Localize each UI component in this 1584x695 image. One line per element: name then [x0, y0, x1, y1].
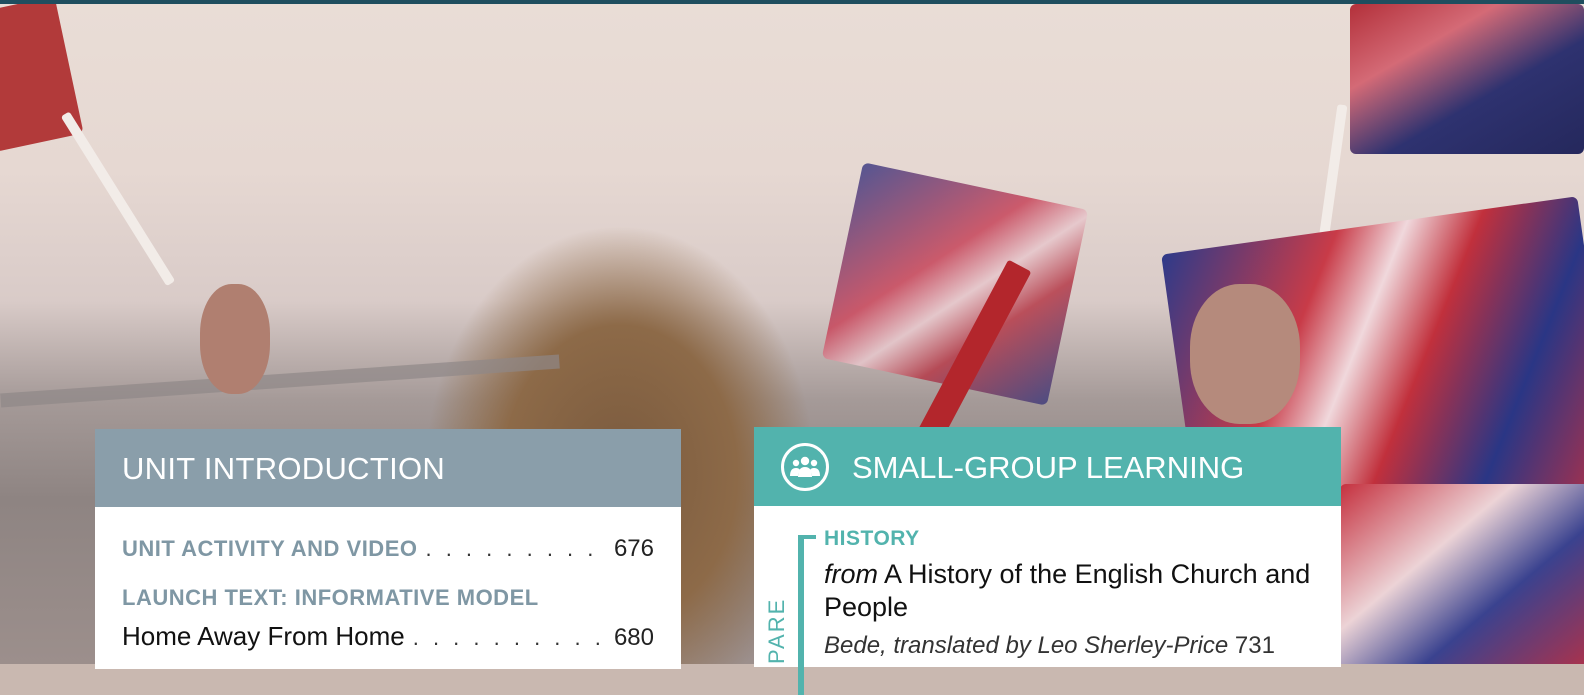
photo-flag-pole: [60, 111, 176, 287]
selection-title: from A History of the English Church and…: [824, 558, 1329, 624]
toc-category-row: LAUNCH TEXT: INFORMATIVE MODEL: [122, 585, 654, 611]
toc-title: Home Away From Home: [122, 621, 405, 651]
photo-flag: [1340, 484, 1584, 664]
toc-category: LAUNCH TEXT: INFORMATIVE MODEL: [122, 585, 539, 610]
toc-row-launch-text[interactable]: Home Away From Home 680: [122, 621, 654, 652]
unit-introduction-panel: UNIT INTRODUCTION UNIT ACTIVITY AND VIDE…: [95, 429, 681, 669]
toc-leader-dots: [413, 625, 606, 651]
small-group-learning-header: SMALL-GROUP LEARNING: [754, 427, 1341, 506]
unit-introduction-header: UNIT INTRODUCTION: [95, 429, 681, 507]
selection-entry[interactable]: HISTORY from A History of the English Ch…: [824, 527, 1329, 660]
photo-flag: [1350, 4, 1584, 154]
toc-leader-dots: [425, 536, 605, 562]
photo-hand: [1190, 284, 1300, 424]
compare-label-text: PARE: [764, 597, 789, 664]
selection-category: HISTORY: [824, 527, 920, 550]
selection-title-prefix: from: [824, 559, 878, 589]
group-icon: [781, 443, 829, 491]
photo-hand: [200, 284, 270, 394]
photo-bridge: [0, 354, 560, 408]
compare-bracket: [798, 535, 816, 695]
toc-category: UNIT ACTIVITY AND VIDEO: [122, 536, 418, 561]
toc-row-unit-activity[interactable]: UNIT ACTIVITY AND VIDEO 676: [122, 535, 654, 563]
toc-page-number: 680: [613, 624, 654, 651]
unit-toc: UNIT ACTIVITY AND VIDEO 676 LAUNCH TEXT:…: [95, 507, 681, 652]
small-group-learning-title: SMALL-GROUP LEARNING: [852, 450, 1245, 485]
selection-title-text: A History of the English Church and Peop…: [824, 559, 1311, 622]
selection-page-number: 731: [1234, 632, 1275, 659]
small-group-learning-panel: SMALL-GROUP LEARNING PARE HISTORY from A…: [754, 427, 1341, 695]
selection-author-line: Bede, translated by Leo Sherley-Price 73…: [824, 632, 1329, 660]
selection-author: Bede, translated by Leo Sherley-Price: [824, 632, 1229, 659]
toc-page-number: 676: [613, 535, 654, 562]
